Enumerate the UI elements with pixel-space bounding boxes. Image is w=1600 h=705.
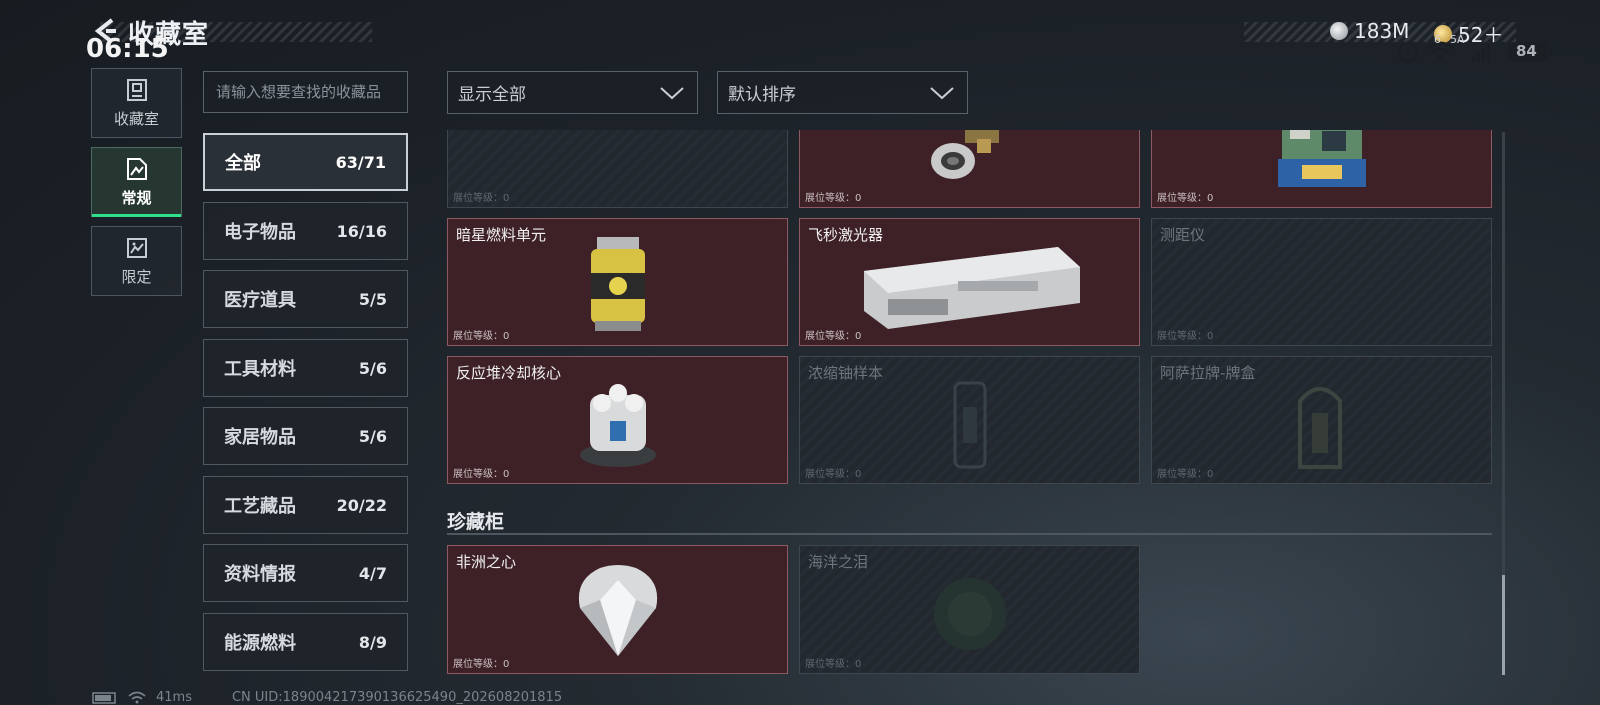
booth-level: 展位等级：0 — [453, 659, 510, 670]
category-name: 家居物品 — [224, 427, 296, 448]
tab-collection-room[interactable]: 收藏室 — [91, 68, 182, 138]
section-title: 珍藏柜 — [447, 511, 505, 533]
footer-status: 41ms CN UID:1890042173901366254​90_20260… — [92, 690, 562, 705]
category-count: 5/5 — [358, 289, 387, 309]
chevron-down-icon — [660, 86, 684, 99]
ocean-tear-image — [934, 578, 1006, 650]
booth-level: 展位等级：0 — [453, 193, 510, 204]
tab-label: 收藏室 — [113, 109, 159, 128]
collection-card[interactable]: 测距仪 展位等级：0 — [1151, 218, 1492, 346]
chevron-down-icon — [930, 86, 954, 99]
sort-value: 默认排序 — [728, 85, 796, 105]
category-intel[interactable]: 资料情报 4/7 — [203, 544, 408, 602]
item-name: 浓缩铀样本 — [808, 364, 884, 382]
booth-level: 展位等级：0 — [1157, 193, 1214, 204]
ping-value: 41ms — [156, 690, 192, 705]
fuel-canister-image — [591, 237, 645, 331]
uid-label: CN UID:1890042173901366254​90_2026082018… — [231, 690, 563, 705]
category-name: 工具材料 — [224, 359, 296, 380]
category-count: 20/22 — [336, 495, 387, 515]
tab-limited[interactable]: 限定 — [91, 226, 182, 296]
search-input[interactable] — [203, 71, 408, 113]
category-count: 63/71 — [335, 152, 386, 172]
collection-card[interactable]: 展位等级：0 — [1151, 130, 1492, 208]
category-all[interactable]: 全部 63/71 — [203, 133, 408, 191]
collection-card[interactable]: 暗星燃料单元 展位等级：0 — [447, 218, 788, 346]
collection-card[interactable]: 展位等级：0 — [447, 130, 788, 208]
card-box-image — [1298, 387, 1342, 469]
booth-level: 展位等级：0 — [1157, 469, 1214, 480]
scrollbar-thumb[interactable] — [1502, 575, 1505, 675]
category-name: 能源燃料 — [224, 633, 296, 654]
active-tab-indicator — [92, 214, 181, 217]
item-name: 海洋之泪 — [808, 553, 869, 571]
booth-level: 展位等级：0 — [453, 469, 510, 480]
item-name: 反应堆冷却核心 — [456, 364, 562, 382]
category-crafts[interactable]: 工艺藏品 20/22 — [203, 476, 408, 534]
category-name: 电子物品 — [224, 222, 296, 243]
uranium-sample-image — [953, 381, 987, 469]
booth-level: 展位等级：0 — [453, 331, 510, 342]
category-count: 5/6 — [358, 358, 387, 378]
category-name: 医疗道具 — [224, 290, 296, 311]
reactor-core-image — [580, 384, 656, 467]
network-label: 5A — [1450, 33, 1465, 46]
section-divider — [447, 533, 1492, 535]
item-name: 非洲之心 — [456, 553, 517, 571]
circuit-device-image — [1278, 130, 1366, 187]
booth-level: 展位等级：0 — [805, 469, 862, 480]
show-filter-dropdown[interactable]: 显示全部 — [447, 71, 698, 114]
item-name: 阿萨拉牌-牌盒 — [1160, 364, 1256, 382]
battery-icon — [92, 691, 116, 704]
category-count: 16/16 — [336, 221, 387, 241]
category-medical[interactable]: 医疗道具 5/5 — [203, 270, 408, 328]
category-household[interactable]: 家居物品 5/6 — [203, 407, 408, 465]
signal-icon — [1472, 44, 1490, 62]
status-clock: 06:15 — [86, 34, 169, 64]
collection-card[interactable]: 非洲之心 展位等级：0 — [447, 545, 788, 674]
collection-card[interactable]: 浓缩铀样本 展位等级：0 — [799, 356, 1140, 484]
category-count: 5/6 — [358, 426, 387, 446]
show-filter-value: 显示全部 — [458, 85, 526, 105]
limited-icon — [126, 237, 147, 258]
booth-level: 展位等级：0 — [1157, 331, 1214, 342]
femtosecond-laser-image — [864, 247, 1080, 329]
regular-icon — [126, 157, 147, 180]
category-tools[interactable]: 工具材料 5/6 — [203, 339, 408, 397]
booth-level: 展位等级：0 — [805, 331, 862, 342]
silver-coin-icon — [1330, 22, 1348, 40]
wifi-band: 6 — [1434, 33, 1441, 46]
category-name: 全部 — [225, 153, 261, 174]
booth-level: 展位等级：0 — [805, 193, 862, 204]
sort-dropdown[interactable]: 默认排序 — [717, 71, 968, 114]
category-electronics[interactable]: 电子物品 16/16 — [203, 202, 408, 260]
collection-card[interactable]: 阿萨拉牌-牌盒 展位等级：0 — [1151, 356, 1492, 484]
collection-card[interactable]: 展位等级：0 — [799, 130, 1140, 208]
collection-card[interactable]: 反应堆冷却核心 展位等级：0 — [447, 356, 788, 484]
tab-regular[interactable]: 常规 — [91, 147, 182, 217]
item-name: 测距仪 — [1160, 226, 1206, 244]
tab-label: 限定 — [121, 267, 152, 286]
wifi-icon — [128, 691, 146, 703]
booth-level: 展位等级：0 — [805, 659, 862, 670]
category-name: 工艺藏品 — [224, 496, 296, 517]
diamond-image — [578, 565, 658, 656]
item-name: 暗星燃料单元 — [456, 226, 547, 244]
system-status-bar: 6 5A 84 — [1390, 33, 1600, 66]
tab-label: 常规 — [121, 188, 152, 207]
collection-card[interactable]: 海洋之泪 展位等级：0 — [799, 545, 1140, 674]
collection-card[interactable]: 飞秒激光器 展位等级：0 — [799, 218, 1140, 346]
category-name: 资料情报 — [224, 564, 296, 585]
battery-level: 84 — [1516, 42, 1537, 60]
category-count: 4/7 — [358, 563, 387, 583]
category-energy[interactable]: 能源燃料 8/9 — [203, 613, 408, 671]
alarm-icon — [1397, 41, 1419, 63]
category-count: 8/9 — [358, 632, 387, 652]
collection-room-icon — [126, 78, 147, 101]
mechanical-part-image — [931, 130, 999, 179]
